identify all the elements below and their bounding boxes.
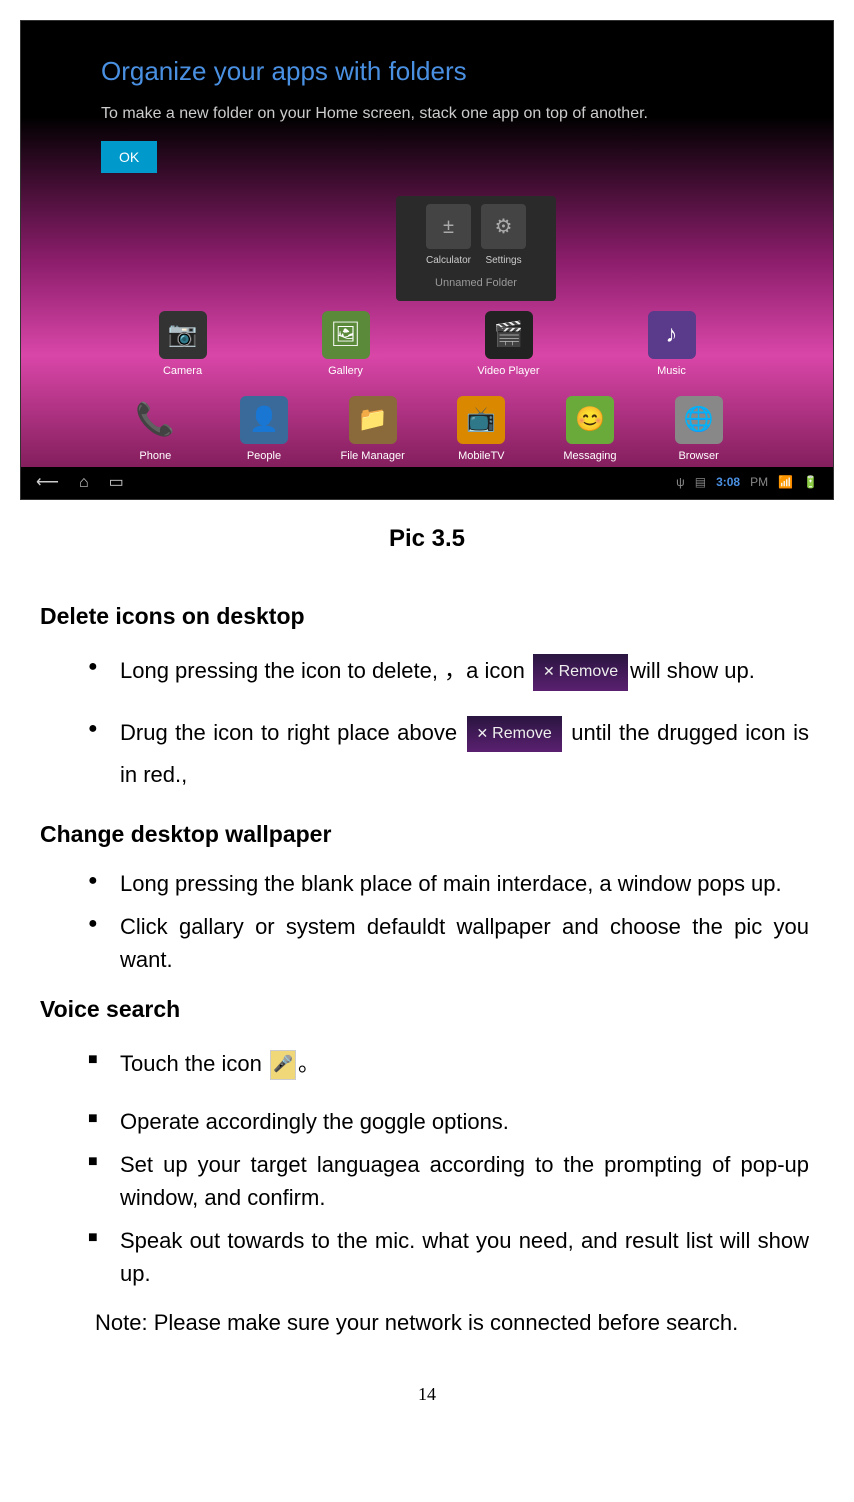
- wallpaper-bullet-2: Click gallary or system defauldt wallpap…: [120, 910, 809, 976]
- app-browser[interactable]: 🌐 Browser: [654, 396, 744, 466]
- app-phone[interactable]: 📞 Phone: [110, 396, 200, 466]
- folder-app-settings[interactable]: ⚙ Settings: [481, 204, 526, 269]
- app-music[interactable]: ♪ Music: [627, 311, 717, 381]
- home-icon[interactable]: ⌂: [79, 470, 89, 496]
- app-file-manager[interactable]: 📁 File Manager: [328, 396, 418, 466]
- delete-bullets: Long pressing the icon to delete, ，a ico…: [120, 650, 809, 795]
- ok-button[interactable]: OK: [101, 141, 157, 173]
- delete-bullet-1: Long pressing the icon to delete, ，a ico…: [120, 650, 809, 692]
- voice-bullet-3: Set up your target languagea according t…: [120, 1148, 809, 1214]
- delete-bullet-2: Drug the icon to right place above Remov…: [120, 712, 809, 796]
- calculator-icon: ±: [426, 204, 471, 249]
- heading-wallpaper: Change desktop wallpaper: [40, 816, 834, 853]
- recent-icon[interactable]: ▭: [109, 470, 124, 496]
- voice-bullet-1: Touch the icon 🎤。: [120, 1043, 809, 1085]
- signal-icon: 📶: [778, 473, 793, 492]
- folder-app-calculator[interactable]: ± Calculator: [426, 204, 471, 269]
- app-messaging[interactable]: 😊 Messaging: [545, 396, 635, 466]
- mobiletv-icon: 📺: [457, 396, 505, 444]
- voice-bullets: Touch the icon 🎤。 Operate accordingly th…: [120, 1043, 809, 1290]
- clock-pm: PM: [750, 473, 768, 492]
- usb-icon: ψ: [676, 473, 685, 492]
- gallery-icon: 🖼: [322, 311, 370, 359]
- app-video[interactable]: 🎬 Video Player: [464, 311, 554, 381]
- tablet-screenshot: Organize your apps with folders To make …: [20, 20, 834, 500]
- clock-time: 3:08: [716, 473, 740, 492]
- music-icon: ♪: [648, 311, 696, 359]
- settings-icon: ⚙: [481, 204, 526, 249]
- tooltip-title: Organize your apps with folders: [101, 51, 793, 93]
- phone-icon: 📞: [131, 396, 179, 444]
- browser-icon: 🌐: [675, 396, 723, 444]
- heading-voice-search: Voice search: [40, 991, 834, 1028]
- file-manager-icon: 📁: [349, 396, 397, 444]
- tooltip-subtitle: To make a new folder on your Home screen…: [101, 101, 793, 127]
- camera-icon: 📷: [159, 311, 207, 359]
- note-text: Note: Please make sure your network is c…: [95, 1305, 809, 1340]
- figure-caption: Pic 3.5: [20, 520, 834, 558]
- folder-name-label: Unnamed Folder: [404, 275, 548, 293]
- app-row-2: 📞 Phone 👤 People 📁 File Manager 📺 Mobile…: [21, 396, 833, 466]
- page-number: 14: [20, 1380, 834, 1409]
- messaging-icon: 😊: [566, 396, 614, 444]
- app-mobiletv[interactable]: 📺 MobileTV: [436, 396, 526, 466]
- folder-popup[interactable]: ± Calculator ⚙ Settings Unnamed Folder: [396, 196, 556, 301]
- video-icon: 🎬: [485, 311, 533, 359]
- app-row-1: 📷 Camera 🖼 Gallery 🎬 Video Player ♪ Musi…: [21, 311, 833, 381]
- wallpaper-bullet-1: Long pressing the blank place of main in…: [120, 867, 809, 900]
- app-gallery[interactable]: 🖼 Gallery: [301, 311, 391, 381]
- app-people[interactable]: 👤 People: [219, 396, 309, 466]
- back-icon[interactable]: ⟵: [36, 470, 59, 496]
- voice-bullet-4: Speak out towards to the mic. what you n…: [120, 1224, 809, 1290]
- system-navbar: ⟵ ⌂ ▭ ψ ▤ 3:08 PM 📶 🔋: [21, 467, 833, 499]
- remove-icon: Remove: [467, 716, 562, 752]
- voice-bullet-2: Operate accordingly the goggle options.: [120, 1105, 809, 1138]
- people-icon: 👤: [240, 396, 288, 444]
- sd-icon: ▤: [695, 473, 706, 492]
- heading-delete-icons: Delete icons on desktop: [40, 598, 834, 635]
- microphone-icon: 🎤: [270, 1050, 296, 1080]
- battery-icon: 🔋: [803, 473, 818, 492]
- remove-icon: Remove: [533, 654, 628, 690]
- wallpaper-bullets: Long pressing the blank place of main in…: [120, 867, 809, 976]
- folder-tooltip: Organize your apps with folders To make …: [101, 51, 793, 173]
- app-camera[interactable]: 📷 Camera: [138, 311, 228, 381]
